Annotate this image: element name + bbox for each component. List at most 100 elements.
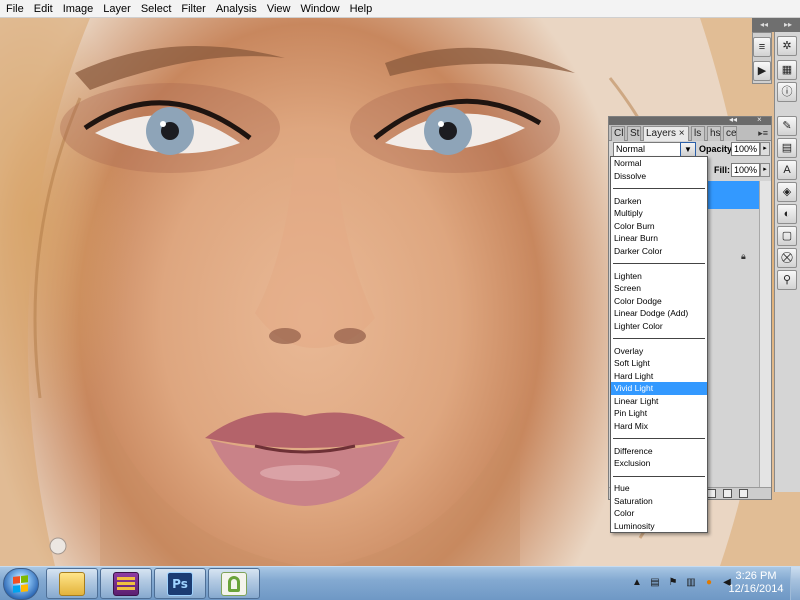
fill-slider-arrow-icon[interactable]: ▸ — [760, 163, 770, 177]
clock-time: 3:26 PM — [735, 570, 777, 582]
menu-separator — [611, 470, 707, 483]
menu-file[interactable]: File — [2, 0, 28, 18]
flag-icon[interactable]: ⚑ — [666, 576, 680, 590]
network-icon[interactable]: ▥ — [684, 576, 698, 590]
blend-option-saturation[interactable]: Saturation — [611, 495, 707, 508]
histogram-icon[interactable]: ▦ — [777, 60, 797, 80]
clock[interactable]: 3:26 PM 12/16/2014 — [724, 570, 788, 596]
blend-option-normal[interactable]: Normal — [611, 157, 707, 170]
tab-paths[interactable]: hs — [707, 126, 721, 141]
panel-tab-strip: Cl St Layers × ls hs ce ▸≡ — [609, 125, 771, 141]
tab-styles[interactable]: St — [627, 126, 641, 141]
blend-option-hue[interactable]: Hue — [611, 482, 707, 495]
taskbar-winrar-button[interactable] — [100, 568, 152, 599]
new-group-icon[interactable] — [707, 489, 716, 498]
taskbar-greenshot-button[interactable] — [208, 568, 260, 599]
dock-collapse-icon[interactable]: ◂◂ — [760, 20, 768, 30]
menu-bar: File Edit Image Layer Select Filter Analysis Vi… — [0, 0, 800, 18]
show-desktop-button[interactable] — [790, 567, 800, 600]
dock-expand-icon[interactable]: ▸▸ — [784, 20, 792, 30]
blend-option-color-burn[interactable]: Color Burn — [611, 220, 707, 233]
blend-option-luminosity[interactable]: Luminosity — [611, 520, 707, 533]
play-panel-icon[interactable]: ▶ — [753, 61, 771, 81]
panel-menu-icon[interactable]: ▸≡ — [758, 128, 768, 139]
greenshot-icon — [221, 571, 247, 596]
character-icon[interactable]: A — [777, 160, 797, 180]
opacity-label: Opacity: — [699, 144, 736, 154]
blend-option-screen[interactable]: Screen — [611, 282, 707, 295]
notification-icon[interactable]: ● — [702, 576, 716, 590]
archive-icon — [113, 571, 139, 596]
blend-option-hard-mix[interactable]: Hard Mix — [611, 420, 707, 433]
blend-option-exclusion[interactable]: Exclusion — [611, 457, 707, 470]
dock-header[interactable]: ◂◂ ▸▸ — [752, 18, 800, 32]
lock-icon: 🔒︎ — [741, 251, 746, 261]
menu-filter[interactable]: Filter — [177, 0, 209, 18]
panel-collapse-icon[interactable]: ◂◂ — [729, 115, 737, 124]
opacity-field[interactable]: 100% — [731, 142, 760, 156]
blend-option-hard-light[interactable]: Hard Light — [611, 370, 707, 383]
actions-panel-icon[interactable]: ≡ — [753, 37, 771, 57]
action-center-icon[interactable]: ▤ — [648, 576, 662, 590]
layers-icon[interactable]: ◈ — [777, 182, 797, 202]
blend-option-dissolve[interactable]: Dissolve — [611, 170, 707, 183]
blend-option-vivid-light[interactable]: Vivid Light — [611, 382, 707, 395]
blend-option-linear-light[interactable]: Linear Light — [611, 395, 707, 408]
chevron-down-icon[interactable]: ▼ — [680, 142, 696, 157]
menu-separator — [611, 182, 707, 195]
menu-window[interactable]: Window — [296, 0, 343, 18]
show-hidden-icons-icon[interactable]: ▲ — [630, 576, 644, 590]
blend-option-color[interactable]: Color — [611, 507, 707, 520]
tab-layers[interactable]: Layers × — [643, 126, 689, 141]
blend-option-lighter-color[interactable]: Lighter Color — [611, 320, 707, 333]
navigator-icon[interactable]: ✲ — [777, 36, 797, 56]
layers-scrollbar[interactable] — [759, 181, 771, 487]
masks-icon[interactable]: ▢ — [777, 226, 797, 246]
blend-option-linear-dodge-add[interactable]: Linear Dodge (Add) — [611, 307, 707, 320]
blend-option-soft-light[interactable]: Soft Light — [611, 357, 707, 370]
blend-option-darken[interactable]: Darken — [611, 195, 707, 208]
blend-option-overlay[interactable]: Overlay — [611, 345, 707, 358]
menu-select[interactable]: Select — [137, 0, 176, 18]
blend-option-linear-burn[interactable]: Linear Burn — [611, 232, 707, 245]
menu-separator — [611, 332, 707, 345]
brushes-icon[interactable]: ✎ — [777, 116, 797, 136]
start-button[interactable] — [3, 568, 39, 600]
fill-field[interactable]: 100% — [731, 163, 760, 177]
menu-layer[interactable]: Layer — [99, 0, 135, 18]
opacity-slider-arrow-icon[interactable]: ▸ — [760, 142, 770, 156]
taskbar-photoshop-button[interactable]: Ps — [154, 568, 206, 599]
panel-titlebar[interactable]: ◂◂ × — [609, 115, 771, 125]
blend-option-multiply[interactable]: Multiply — [611, 207, 707, 220]
blend-option-difference[interactable]: Difference — [611, 445, 707, 458]
paths-icon[interactable]: ⚲ — [777, 270, 797, 290]
blend-option-lighten[interactable]: Lighten — [611, 270, 707, 283]
photoshop-icon: Ps — [167, 571, 193, 596]
channels-icon[interactable]: ⛒ — [777, 248, 797, 268]
taskbar-explorer-button[interactable] — [46, 568, 98, 599]
fill-label: Fill: — [714, 165, 730, 175]
new-layer-icon[interactable] — [723, 489, 732, 498]
menu-view[interactable]: View — [263, 0, 295, 18]
tab-close-icon[interactable]: × — [679, 128, 685, 139]
system-tray: ▲ ▤ ⚑ ▥ ● ◀ — [630, 573, 738, 593]
trash-icon[interactable] — [739, 489, 748, 498]
menu-analysis[interactable]: Analysis — [212, 0, 261, 18]
adjustments-icon[interactable]: ◐ — [777, 204, 797, 224]
blend-option-pin-light[interactable]: Pin Light — [611, 407, 707, 420]
windows-logo-icon — [13, 575, 29, 593]
clock-date: 12/16/2014 — [728, 583, 784, 595]
swatches-icon[interactable]: ▤ — [777, 138, 797, 158]
tab-clone-source[interactable]: Cl — [611, 126, 625, 141]
taskbar: Ps ▲ ▤ ⚑ ▥ ● ◀ 3:26 PM 12/16/2014 — [0, 566, 800, 600]
menu-image[interactable]: Image — [59, 0, 98, 18]
menu-edit[interactable]: Edit — [30, 0, 57, 18]
tab-channels[interactable]: ls — [691, 126, 705, 141]
dock-column-right: ✲ ▦ ⓘ ✎ ▤ A ◈ ◐ ▢ ⛒ ⚲ — [774, 32, 800, 492]
tab-history[interactable]: ce — [723, 126, 737, 141]
menu-help[interactable]: Help — [346, 0, 377, 18]
panel-close-icon[interactable]: × — [757, 115, 762, 124]
info-icon[interactable]: ⓘ — [777, 82, 797, 102]
blend-option-color-dodge[interactable]: Color Dodge — [611, 295, 707, 308]
blend-option-darker-color[interactable]: Darker Color — [611, 245, 707, 258]
